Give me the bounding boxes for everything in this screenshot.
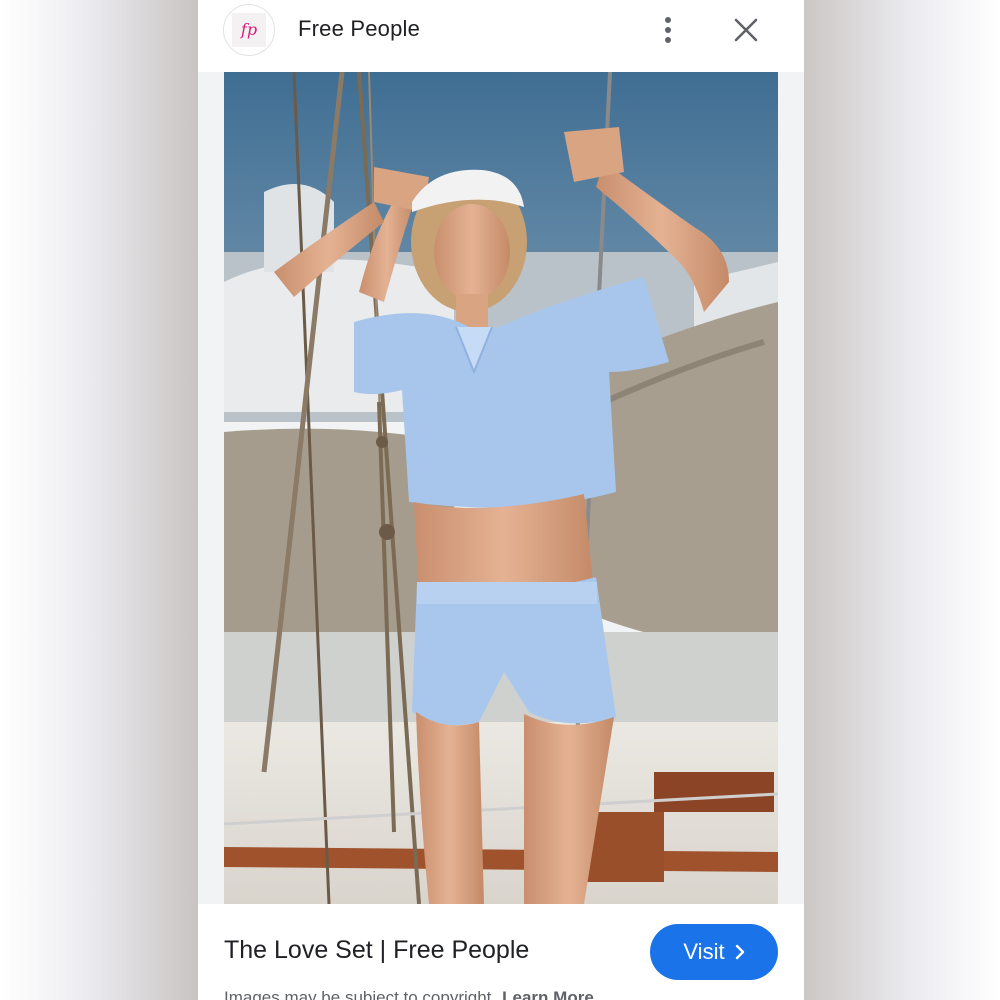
more-options-button[interactable] [654, 12, 682, 48]
copyright-disclaimer: Images may be subject to copyright. Learn… [224, 988, 594, 1000]
chevron-right-icon [735, 944, 745, 960]
result-title[interactable]: The Love Set | Free People [224, 936, 529, 965]
svg-text:fp: fp [240, 20, 257, 39]
brand-logo-mark: fp [232, 13, 266, 47]
preview-header: fp Free People [198, 0, 804, 72]
brand-name[interactable]: Free People [298, 16, 420, 42]
fp-logo-icon: fp [240, 20, 257, 39]
more-vert-icon [665, 17, 671, 43]
close-icon [734, 18, 758, 42]
close-button[interactable] [728, 12, 764, 48]
result-info-bar: The Love Set | Free People Visit Images … [198, 904, 804, 1000]
model-photo-illustration [224, 72, 778, 904]
product-photo[interactable] [224, 72, 778, 904]
brand-logo[interactable]: fp [223, 4, 275, 56]
learn-more-link[interactable]: Learn More [502, 988, 594, 1000]
image-preview-panel: fp Free People The Love Set | Free Peopl… [198, 0, 804, 1000]
viewer-backdrop: fp Free People The Love Set | Free Peopl… [0, 0, 1000, 1000]
visit-button-label: Visit [683, 939, 725, 964]
backdrop-right [804, 0, 1000, 1000]
disclaimer-text: Images may be subject to copyright. [224, 988, 497, 1000]
image-container [198, 72, 804, 904]
backdrop-left [0, 0, 198, 1000]
visit-button[interactable]: Visit [650, 924, 778, 980]
